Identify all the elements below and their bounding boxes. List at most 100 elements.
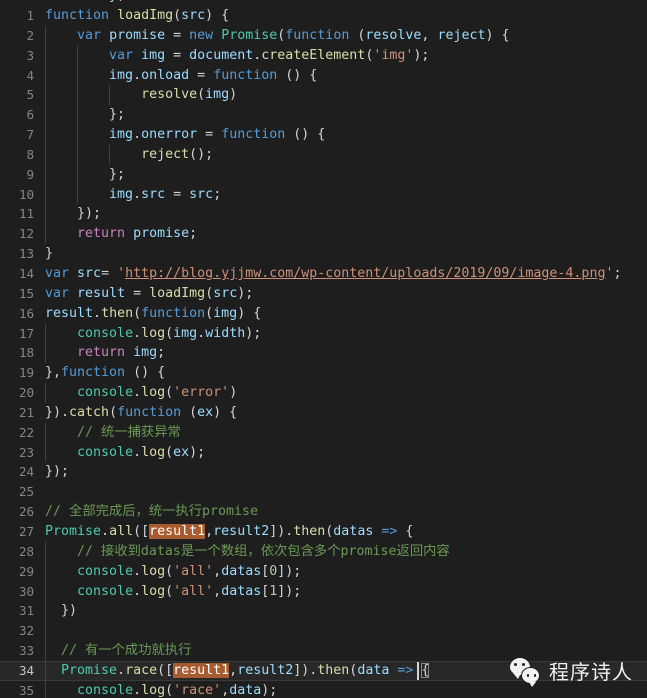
code-line-19[interactable]: 19 },function () { — [0, 363, 647, 383]
line-number: 33 — [19, 643, 34, 659]
line-number: 25 — [19, 484, 34, 500]
line-number: 18 — [19, 345, 34, 361]
line-number: 29 — [19, 563, 34, 579]
code-line-13[interactable]: 13 } — [0, 244, 647, 264]
search-match-highlight[interactable]: result1 — [173, 662, 230, 678]
code-line-10[interactable]: 10 img.src = src; — [0, 184, 647, 205]
line-content: } — [45, 246, 54, 262]
line-content-comment: // 有一个成功就执行 — [61, 643, 192, 659]
code-line-7[interactable]: 7 img.onerror = function () { — [0, 125, 647, 145]
line-number: 34 — [19, 662, 34, 678]
code-line-8[interactable]: 8 reject(); — [0, 144, 647, 165]
code-line-22[interactable]: 22 // 统一捕获异常 — [0, 422, 647, 443]
line-number: 16 — [19, 305, 34, 321]
line-number: 28 — [19, 543, 34, 559]
code-line-30[interactable]: 30 console.log('all',datas[1]); — [0, 581, 647, 602]
code-line-33[interactable]: 33 // 有一个成功就执行 — [0, 641, 647, 661]
line-content: reject(); — [141, 146, 214, 162]
line-number: 19 — [19, 365, 34, 381]
code-line-18[interactable]: 18 return img; — [0, 343, 647, 364]
line-number: 23 — [19, 444, 34, 460]
code-line-34-active[interactable]: 34 Promise.race([result1,result2]).then(… — [0, 660, 647, 681]
code-line-25[interactable]: 25 — [0, 482, 647, 502]
line-content: resolve(img) — [141, 87, 238, 103]
line-number: 26 — [19, 504, 34, 520]
line-number: 7 — [26, 127, 35, 143]
code-line-1[interactable]: 1 function loadImg(src) { — [0, 6, 647, 26]
line-content: }) — [61, 603, 78, 619]
code-line-12[interactable]: 12 return promise; — [0, 224, 647, 245]
line-number: 13 — [19, 246, 34, 262]
line-number: 12 — [19, 226, 34, 242]
code-line-29[interactable]: 29 console.log('all',datas[0]); — [0, 561, 647, 582]
line-number: 4 — [26, 67, 35, 83]
line-number: 11 — [19, 206, 34, 222]
line-number: 9 — [26, 166, 35, 182]
line-content-comment: // 接收到datas是一个数组，依次包含多个promise返回内容 — [77, 543, 450, 559]
line-number: 10 — [19, 186, 34, 202]
search-match-highlight[interactable]: result1 — [149, 523, 206, 539]
code-line-31[interactable]: 31 }) — [0, 601, 647, 622]
code-line-5[interactable]: 5 resolve(img) — [0, 85, 647, 106]
line-content: }).catch(function (ex) { — [45, 404, 238, 420]
code-lines-container[interactable]: var x = y; 1 function loadImg(src) { 2 v… — [0, 0, 647, 698]
code-line-4[interactable]: 4 img.onload = function () { — [0, 65, 647, 86]
line-number: 32 — [19, 623, 34, 639]
code-line-17[interactable]: 17 console.log(img.width); — [0, 323, 647, 344]
line-number: 5 — [26, 87, 35, 103]
line-content: Promise.race([result1,result2]).then(dat… — [61, 662, 430, 678]
line-content: img.onerror = function () { — [109, 127, 326, 143]
line-content: }; — [109, 107, 126, 123]
line-number: 22 — [19, 424, 34, 440]
code-line-32[interactable]: 32 — [0, 621, 647, 642]
line-content: var src= 'http://blog.yjjmw.com/wp-conte… — [45, 266, 622, 282]
line-content: },function () { — [45, 365, 166, 381]
line-content: console.log(ex); — [77, 444, 206, 460]
line-number: 35 — [19, 682, 34, 698]
line-number: 24 — [19, 464, 34, 480]
code-line-23[interactable]: 23 console.log(ex); — [0, 442, 647, 463]
line-content: }); — [77, 206, 102, 222]
line-number: 21 — [19, 404, 34, 420]
code-line-27[interactable]: 27 Promise.all([result1,result2]).then(d… — [0, 522, 647, 542]
code-line-21[interactable]: 21 }).catch(function (ex) { — [0, 403, 647, 423]
line-number: 6 — [26, 107, 35, 123]
line-number: 14 — [19, 266, 34, 282]
code-line-3[interactable]: 3 var img = document.createElement('img'… — [0, 45, 647, 66]
code-line-16[interactable]: 16 result.then(function(img) { — [0, 304, 647, 324]
line-content-comment: // 统一捕获异常 — [77, 424, 181, 440]
code-line-35[interactable]: 35 console.log('race',data); — [0, 680, 647, 698]
line-number: 1 — [26, 8, 35, 24]
code-line-9[interactable]: 9 }; — [0, 164, 647, 185]
line-number: 8 — [26, 146, 35, 162]
line-content: console.log('error') — [77, 385, 238, 401]
code-editor[interactable]: var x = y; 1 function loadImg(src) { 2 v… — [0, 0, 647, 698]
code-line-11[interactable]: 11 }); — [0, 204, 647, 225]
line-content: }); — [45, 464, 70, 480]
line-number: 20 — [19, 385, 34, 401]
line-number: 27 — [19, 523, 34, 539]
line-content: var img = document.createElement('img'); — [109, 47, 430, 63]
line-content: result.then(function(img) { — [45, 305, 262, 321]
line-content: console.log('all',datas[1]); — [77, 583, 302, 599]
code-line-15[interactable]: 15 var result = loadImg(src); — [0, 284, 647, 304]
line-number: 15 — [19, 285, 34, 301]
url-string-literal[interactable]: http://blog.yjjmw.com/wp-content/uploads… — [125, 266, 605, 281]
code-line-2[interactable]: 2 var promise = new Promise(function (re… — [0, 25, 647, 46]
line-content: function loadImg(src) { — [45, 8, 230, 24]
code-line-28[interactable]: 28 // 接收到datas是一个数组，依次包含多个promise返回内容 — [0, 541, 647, 562]
line-content: console.log(img.width); — [77, 325, 262, 341]
code-line-6[interactable]: 6 }; — [0, 105, 647, 126]
line-content: console.log('all',datas[0]); — [77, 563, 302, 579]
line-content: console.log('race',data); — [77, 682, 278, 698]
code-line-20[interactable]: 20 console.log('error') — [0, 383, 647, 403]
indent-guide — [45, 641, 46, 661]
code-line-26[interactable]: 26 // 全部完成后，统一执行promise — [0, 502, 647, 522]
line-content: var result = loadImg(src); — [45, 285, 254, 301]
line-content: Promise.all([result1,result2]).then(data… — [45, 523, 414, 539]
code-line-24[interactable]: 24 }); — [0, 462, 647, 482]
indent-guide — [45, 621, 46, 642]
line-content-comment: // 全部完成后，统一执行promise — [45, 504, 259, 520]
line-number: 17 — [19, 325, 34, 341]
code-line-14[interactable]: 14 var src= 'http://blog.yjjmw.com/wp-co… — [0, 264, 647, 284]
